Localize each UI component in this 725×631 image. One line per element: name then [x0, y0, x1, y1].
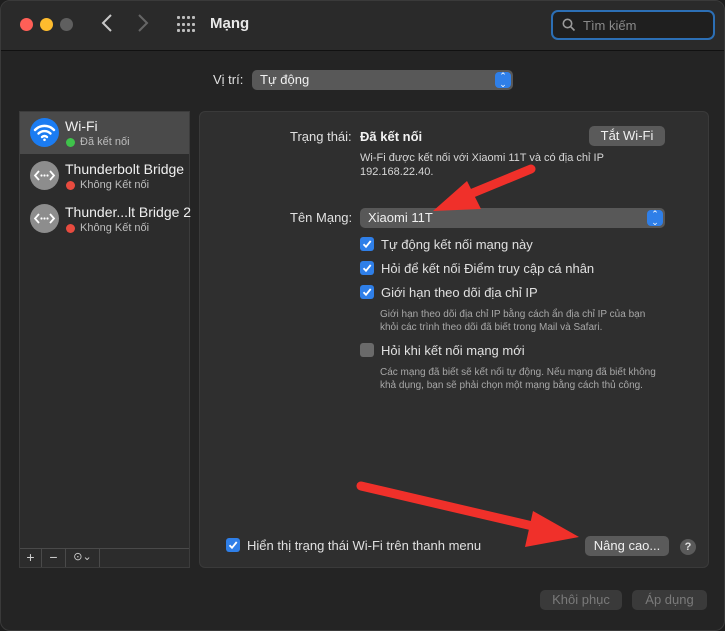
network-preferences-window: Mạng Vị trí: Tự động ⌃⌄ Wi-Fi Đã kết nối [0, 0, 725, 631]
annotation-arrow-advanced [356, 481, 579, 547]
annotation-arrow-network-name [433, 164, 536, 211]
annotation-arrows [356, 164, 579, 547]
